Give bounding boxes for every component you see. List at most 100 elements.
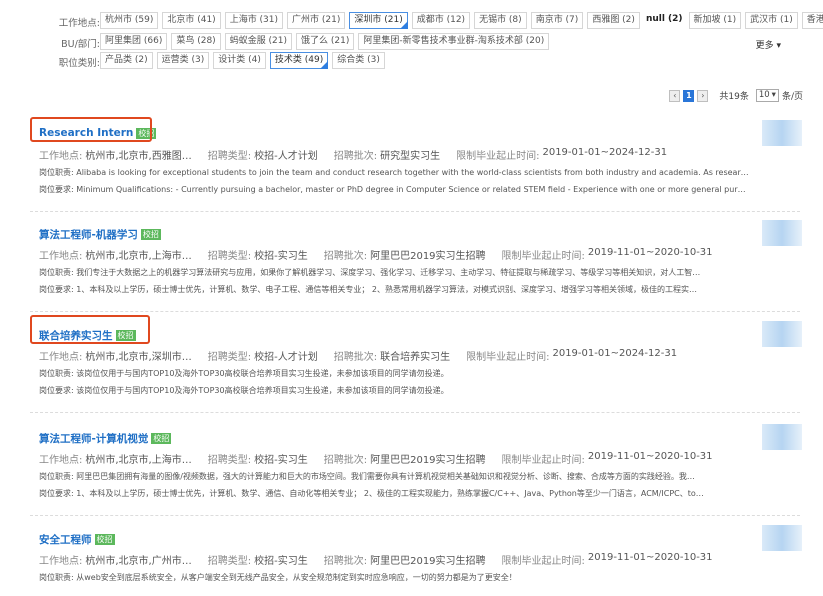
batch-label: 招聘批次: — [323, 251, 368, 262]
filter-chip-location[interactable]: null (2) — [643, 12, 685, 29]
job-type: 校招-实习生 — [254, 455, 308, 466]
divider — [30, 515, 800, 516]
filter-chip-label: 阿里集团-新零售技术事业群-淘系技术部 (20) — [363, 36, 545, 46]
filter-chip-category[interactable]: 运营类 (3) — [156, 52, 210, 69]
job-location: 杭州市,北京市,广州市… — [85, 556, 192, 567]
filter-chip-location[interactable]: 新加坡 (1) — [688, 12, 742, 29]
deadline-label: 限制毕业起止时间: — [501, 556, 585, 567]
job-batch: 联合培养实习生 — [380, 352, 451, 363]
job-type: 校招-实习生 — [254, 556, 308, 567]
job-duty: 岗位职责: 阿里巴巴集团拥有海量的图像/视频数据，强大的计算能力和巨大的市场空间… — [39, 472, 695, 481]
job-item: 安全工程师 校招 工作地点: 杭州市,北京市,广州市… 招聘类型: 校招-实习生… — [39, 532, 799, 596]
job-deadline: 2019-01-01~2024-12-31 — [542, 147, 668, 158]
job-meta: 工作地点: 杭州市,北京市,上海市… 招聘类型: 校招-实习生 招聘批次: 阿里… — [39, 451, 713, 466]
filter-chip-location[interactable]: 成都市 (12) — [411, 12, 471, 29]
page-size-value: 10 — [758, 90, 770, 100]
filter-chip-bu[interactable]: 饿了么 (21) — [296, 33, 355, 50]
filter-chip-location[interactable]: 无锡市 (8) — [474, 12, 527, 29]
job-thumbnail — [762, 220, 802, 246]
job-title-link[interactable]: 算法工程师-计算机视觉 校招 — [39, 431, 172, 446]
filter-chip-label: 菜鸟 (28) — [176, 36, 216, 46]
filter-chip-label: 新加坡 (1) — [693, 15, 737, 25]
filter-chip-label: 成都市 (12) — [416, 15, 466, 25]
filter-chip-location[interactable]: 南京市 (7) — [530, 12, 584, 29]
job-duty: 岗位职责: 我们专注于大数据之上的机器学习算法研究与应用，如果你了解机器学习、深… — [39, 268, 701, 277]
job-location: 杭州市,北京市,西雅图… — [85, 151, 192, 162]
job-deadline: 2019-11-01~2020-10-31 — [587, 247, 713, 258]
filter-chip-label: null (2) — [645, 14, 683, 24]
filter-chip-label: 综合类 (3) — [337, 55, 380, 65]
deadline-label: 限制毕业起止时间: — [456, 151, 540, 162]
filter-chip-location[interactable]: 广州市 (21) — [287, 12, 346, 29]
filter-chip-label: 设计类 (4) — [218, 55, 261, 65]
job-item: 联合培养实习生 校招 工作地点: 杭州市,北京市,深圳市… 招聘类型: 校招-人… — [39, 328, 799, 408]
filter-chip-label: 上海市 (31) — [229, 15, 279, 25]
current-page[interactable]: 1 — [683, 89, 695, 102]
filter-chip-bu[interactable]: 菜鸟 (28) — [171, 33, 221, 50]
job-requirement: 岗位要求: 该岗位仅用于与国内TOP10及海外TOP30高校联合培养项目实习生投… — [39, 386, 449, 395]
job-title-link[interactable]: 安全工程师 校招 — [39, 532, 115, 547]
job-item: 算法工程师-机器学习 校招 工作地点: 杭州市,北京市,上海市… 招聘类型: 校… — [39, 227, 799, 307]
filter-chip-location[interactable]: 杭州市 (59) — [100, 12, 159, 29]
filter-chip-location[interactable]: 香港岛 (1) — [801, 12, 823, 29]
filter-label-location: 工作地点: — [58, 18, 100, 29]
filter-chip-category[interactable]: 综合类 (3) — [332, 52, 385, 69]
job-thumbnail — [762, 321, 802, 347]
location-chips: 杭州市 (59) 北京市 (41) 上海市 (31) 广州市 (21) 深圳市 (21)… — [100, 12, 823, 29]
job-thumbnail — [762, 525, 802, 551]
prev-page-button[interactable]: ‹ — [669, 89, 681, 102]
filter-chip-label: 产品类 (2) — [105, 55, 148, 65]
job-deadline: 2019-11-01~2020-10-31 — [587, 451, 713, 462]
job-requirement: 岗位要求: 1、本科及以上学历，硕士博士优先，计算机、数学、电子工程、通信等相关… — [39, 285, 697, 294]
job-thumbnail — [762, 120, 802, 146]
batch-label: 招聘批次: — [333, 151, 378, 162]
job-title: 算法工程师-机器学习 — [39, 229, 138, 241]
filter-chip-location[interactable]: 西雅图 (2) — [587, 12, 640, 29]
filter-chip-label: 运营类 (3) — [161, 55, 205, 65]
filter-chip-bu[interactable]: 阿里集团 (66) — [100, 33, 168, 50]
batch-label: 招聘批次: — [323, 556, 368, 567]
filter-chip-label: 南京市 (7) — [535, 15, 579, 25]
filter-chip-label: 广州市 (21) — [292, 15, 341, 25]
job-duty: 岗位职责: Alibaba is looking for exceptional… — [39, 168, 749, 177]
location-label: 工作地点: — [39, 455, 83, 466]
job-title-link[interactable]: 算法工程师-机器学习 校招 — [39, 227, 161, 242]
filter-chip-bu[interactable]: 阿里集团-新零售技术事业群-淘系技术部 (20) — [358, 33, 550, 50]
job-location: 杭州市,北京市,深圳市… — [85, 352, 192, 363]
job-type: 校招-人才计划 — [254, 151, 318, 162]
filter-chip-bu[interactable]: 蚂蚁金服 (21) — [224, 33, 293, 50]
highlight-box — [30, 315, 150, 344]
more-filters-button[interactable]: 更多 ▾ — [756, 38, 781, 51]
pagination: ‹ 1 › 共19条 10 ▾ 条/页 — [669, 89, 803, 102]
page-size-select[interactable]: 10 ▾ — [755, 89, 779, 102]
next-page-button[interactable]: › — [697, 89, 709, 102]
filter-chip-location[interactable]: 深圳市 (21) — [349, 12, 408, 29]
job-location: 杭州市,北京市,上海市… — [85, 455, 192, 466]
filter-chip-label: 香港岛 (1) — [806, 15, 823, 25]
filter-chip-location[interactable]: 上海市 (31) — [224, 12, 284, 29]
bu-chips: 阿里集团 (66) 菜鸟 (28) 蚂蚁金服 (21) 饿了么 (21) 阿里集团-新零… — [100, 33, 550, 50]
location-label: 工作地点: — [39, 556, 83, 567]
job-batch: 阿里巴巴2019实习生招聘 — [370, 251, 486, 262]
location-label: 工作地点: — [39, 352, 83, 363]
type-label: 招聘类型: — [207, 455, 252, 466]
job-deadline: 2019-11-01~2020-10-31 — [587, 552, 713, 563]
job-item: 算法工程师-计算机视觉 校招 工作地点: 杭州市,北京市,上海市… 招聘类型: … — [39, 431, 799, 511]
highlight-box — [30, 117, 152, 142]
filter-chip-label: 蚂蚁金服 (21) — [229, 36, 288, 46]
job-requirement: 岗位要求: Minimum Qualifications: - Currentl… — [39, 185, 749, 194]
campus-badge: 校招 — [94, 534, 115, 545]
filter-chip-location[interactable]: 武汉市 (1) — [745, 12, 798, 29]
filter-chip-category[interactable]: 设计类 (4) — [213, 52, 266, 69]
filter-chip-category[interactable]: 技术类 (49) — [269, 52, 329, 69]
filter-chip-location[interactable]: 北京市 (41) — [162, 12, 221, 29]
filter-chip-label: 西雅图 (2) — [592, 15, 635, 25]
filter-chip-label: 杭州市 (59) — [105, 15, 154, 25]
filter-chip-label: 武汉市 (1) — [750, 15, 793, 25]
filter-chip-label: 饿了么 (21) — [301, 36, 350, 46]
filter-chip-category[interactable]: 产品类 (2) — [100, 52, 153, 69]
job-duty: 岗位职责: 从web安全到底层系统安全，从客户端安全到无线产品安全，从安全规范制… — [39, 573, 517, 582]
job-title: 安全工程师 — [39, 534, 92, 546]
job-meta: 工作地点: 杭州市,北京市,上海市… 招聘类型: 校招-实习生 招聘批次: 阿里… — [39, 247, 713, 262]
job-title: 算法工程师-计算机视觉 — [39, 433, 149, 445]
